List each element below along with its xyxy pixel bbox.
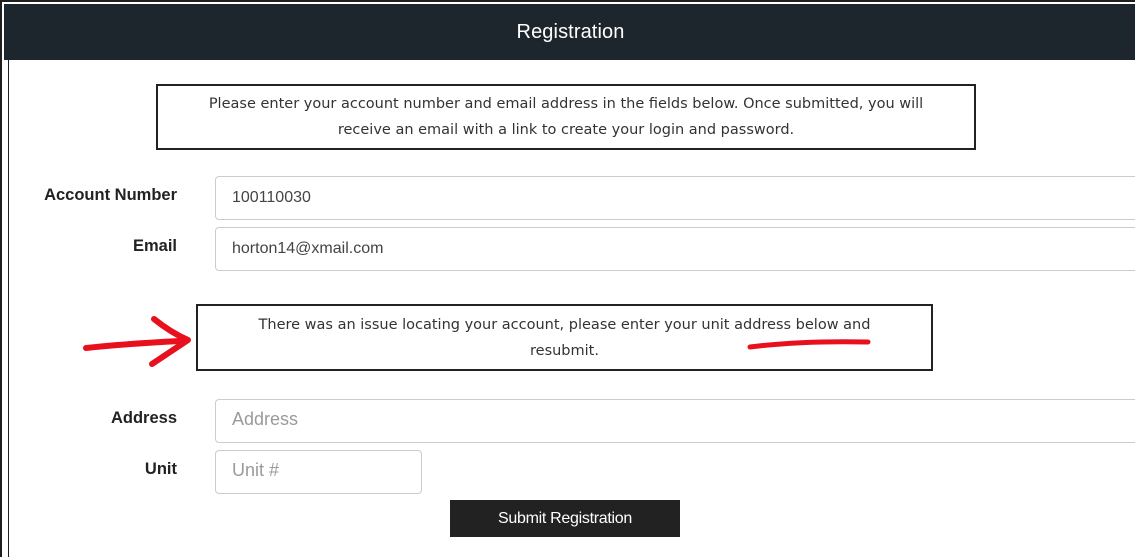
- instructions-line-2: receive an email with a link to create y…: [337, 122, 795, 138]
- instructions-line-1: Please enter your account number and ema…: [208, 96, 924, 112]
- registration-header: Registration: [4, 4, 1135, 60]
- page-title: Registration: [516, 20, 625, 43]
- left-border-line: [8, 58, 9, 557]
- address-input[interactable]: [215, 399, 1135, 443]
- account-number-input[interactable]: [215, 176, 1135, 220]
- submit-registration-button[interactable]: Submit Registration: [450, 500, 680, 537]
- unit-input[interactable]: [215, 450, 422, 494]
- unit-label: Unit: [144, 460, 177, 478]
- error-line-2: resubmit.: [530, 342, 599, 359]
- error-line-1: There was an issue locating your account…: [258, 316, 871, 333]
- email-input[interactable]: [215, 227, 1135, 271]
- account-error-notice: There was an issue locating your account…: [196, 304, 933, 371]
- address-label: Address: [110, 409, 177, 427]
- registration-page: Registration Please enter your account n…: [0, 0, 1135, 557]
- annotation-arrow-head: [149, 316, 191, 367]
- instructions-notice: Please enter your account number and ema…: [156, 84, 976, 150]
- email-label: Email: [132, 237, 177, 255]
- annotation-arrow-shaft: [83, 338, 183, 351]
- account-number-label: Account Number: [44, 186, 177, 204]
